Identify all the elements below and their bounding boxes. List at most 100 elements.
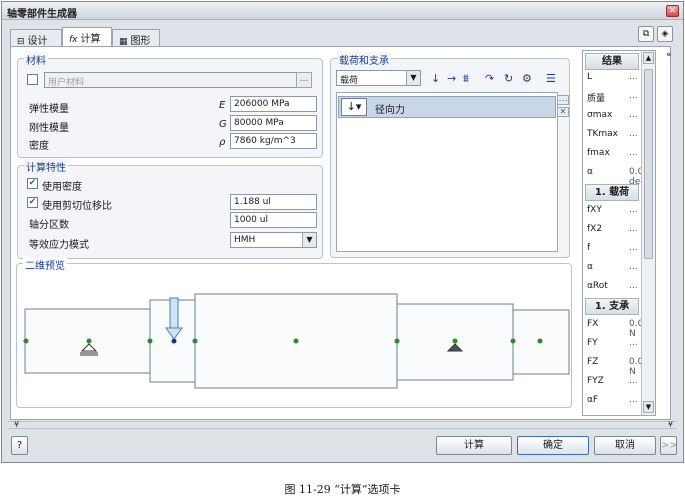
moment-icon[interactable]: ↷ <box>485 72 494 85</box>
result-label: TKmax <box>587 129 619 139</box>
result-label: f <box>587 243 591 253</box>
radial-force-label: 径向力 <box>375 105 405 116</box>
stress-mode-select[interactable]: HMH ▼ <box>230 232 317 248</box>
result-value: ... <box>629 224 638 234</box>
expand-bar[interactable]: ¥ ¥ <box>8 421 677 429</box>
torque-icon[interactable]: ↻ <box>504 72 513 85</box>
result-value: ... <box>629 376 638 386</box>
result-value: ... <box>629 91 638 101</box>
result-value: ... <box>629 281 638 291</box>
scroll-thumb[interactable] <box>644 69 653 259</box>
result-label: FZ <box>587 357 599 367</box>
calc-properties-title: 计算特性 <box>24 159 68 174</box>
result-label: L <box>587 72 593 82</box>
tab-design[interactable]: ⊟ 设计 <box>10 29 62 47</box>
results-section-header: 1. 载荷 <box>585 184 639 201</box>
result-value: ... <box>629 110 638 120</box>
result-label: fmax <box>587 148 610 158</box>
distributed-load-icon[interactable]: ⩩ <box>463 72 469 86</box>
help-button[interactable]: ? <box>11 436 28 455</box>
results-header: 结果 <box>585 53 639 70</box>
use-shear-checkbox[interactable]: ✔ <box>27 197 38 208</box>
load-type-dropdown[interactable]: ↓▾ <box>341 98 367 116</box>
result-label: FX <box>587 319 599 329</box>
material-group-title: 材料 <box>24 52 48 67</box>
top-right-icons: ⧉ ◈ <box>635 26 673 42</box>
shaft-preview <box>23 293 570 389</box>
node-marker <box>86 338 92 344</box>
loads-supports-title: 载荷和支承 <box>337 52 391 67</box>
result-label: σmax <box>587 110 613 120</box>
loads-list: ↓▾ 径向力 … ✕ <box>336 92 569 252</box>
result-label: αRot <box>587 281 608 291</box>
result-value: ... <box>629 148 638 158</box>
arrow-right-icon[interactable]: → <box>447 72 456 85</box>
ok-button[interactable]: 确定 <box>517 436 589 455</box>
tab-graphs[interactable]: ▦ 图形 <box>112 29 160 47</box>
divisions-label: 轴分区数 <box>29 220 69 231</box>
user-material-field: 用户材料 <box>44 72 308 88</box>
results-section-header: 1. 支承 <box>585 298 639 315</box>
result-label: fX2 <box>587 224 603 234</box>
chevron-down-icon[interactable]: ▼ <box>302 233 316 247</box>
result-value: ... <box>629 243 638 253</box>
shear-modulus-symbol: G <box>219 119 227 130</box>
title-bar: 轴零部件生成器 ✕ <box>2 2 683 20</box>
material-browse-button[interactable]: … <box>296 72 312 88</box>
result-value: ... <box>629 72 638 82</box>
fx-icon: fx <box>69 35 78 45</box>
more-button[interactable]: >> <box>660 436 678 455</box>
shear-modulus-input[interactable]: 80000 MPa <box>230 115 317 131</box>
shear-ratio-input[interactable]: 1.188 ul <box>230 194 317 210</box>
density-label: 密度 <box>29 141 49 152</box>
window-title: 轴零部件生成器 <box>7 9 77 20</box>
options-icon[interactable]: ◈ <box>657 26 673 42</box>
shear-modulus-label: 刚性模量 <box>29 123 69 134</box>
chevron-up-icon[interactable]: ▲ <box>643 52 654 64</box>
cancel-button[interactable]: 取消 <box>594 436 656 455</box>
result-label: αF <box>587 395 599 405</box>
result-value: ... <box>629 129 638 139</box>
results-scrollbar[interactable]: ▲ ▼ <box>641 51 655 415</box>
delete-icon[interactable]: ✕ <box>557 107 569 117</box>
arrow-down-icon[interactable]: ↓ <box>431 72 440 85</box>
bottom-bar: ? 计算 确定 取消 >> <box>8 436 678 456</box>
chevron-down-icon[interactable]: ▼ <box>406 71 420 85</box>
gear-icon[interactable]: ⚙ <box>522 72 532 85</box>
use-density-checkbox[interactable]: ✔ <box>27 178 38 189</box>
tab-calculation[interactable]: fx 计算 <box>62 27 112 47</box>
result-label: 质量 <box>587 94 606 104</box>
export-icon[interactable]: ⧉ <box>638 26 654 42</box>
item-more-button[interactable]: … <box>557 95 569 105</box>
use-density-label: 使用密度 <box>42 182 82 193</box>
expand-down-icon-right[interactable]: ¥ <box>668 421 673 429</box>
preview-group: 二维预览 <box>16 257 572 408</box>
density-input[interactable]: 7860 kg/m^3 <box>230 133 317 149</box>
result-value: ... <box>629 262 638 272</box>
loads-combo[interactable]: 载荷 ▼ <box>336 70 421 86</box>
node-marker <box>394 338 400 344</box>
stress-mode-label: 等效应力模式 <box>29 240 89 251</box>
close-icon[interactable]: ✕ <box>666 5 679 17</box>
list-icon[interactable]: ☰ <box>546 72 556 85</box>
collapse-panel-icon[interactable]: « <box>666 50 672 60</box>
figure-caption: 图 11-29 “计算”选项卡 <box>284 483 401 496</box>
density-symbol: ρ <box>219 137 226 148</box>
chevron-down-icon[interactable]: ▼ <box>643 401 654 413</box>
elastic-modulus-symbol: E <box>219 100 226 111</box>
expand-down-icon[interactable]: ¥ <box>14 421 19 429</box>
divisions-input[interactable]: 1000 ul <box>230 212 317 228</box>
result-value: ... <box>629 338 638 348</box>
list-item[interactable]: ↓▾ 径向力 <box>338 96 556 118</box>
node-marker <box>537 338 543 344</box>
elastic-modulus-label: 弹性模量 <box>29 104 69 115</box>
calculate-button[interactable]: 计算 <box>436 436 512 455</box>
node-marker <box>192 338 198 344</box>
node-marker <box>452 338 458 344</box>
results-panel: 结果 L... 质量... σmax... TKmax... fmax... α 0.00 … <box>582 50 656 416</box>
user-material-checkbox[interactable] <box>27 74 38 85</box>
node-marker <box>293 338 299 344</box>
node-marker <box>147 338 153 344</box>
elastic-modulus-input[interactable]: 206000 MPa <box>230 96 317 112</box>
use-shear-label: 使用剪切位移比 <box>42 201 112 212</box>
